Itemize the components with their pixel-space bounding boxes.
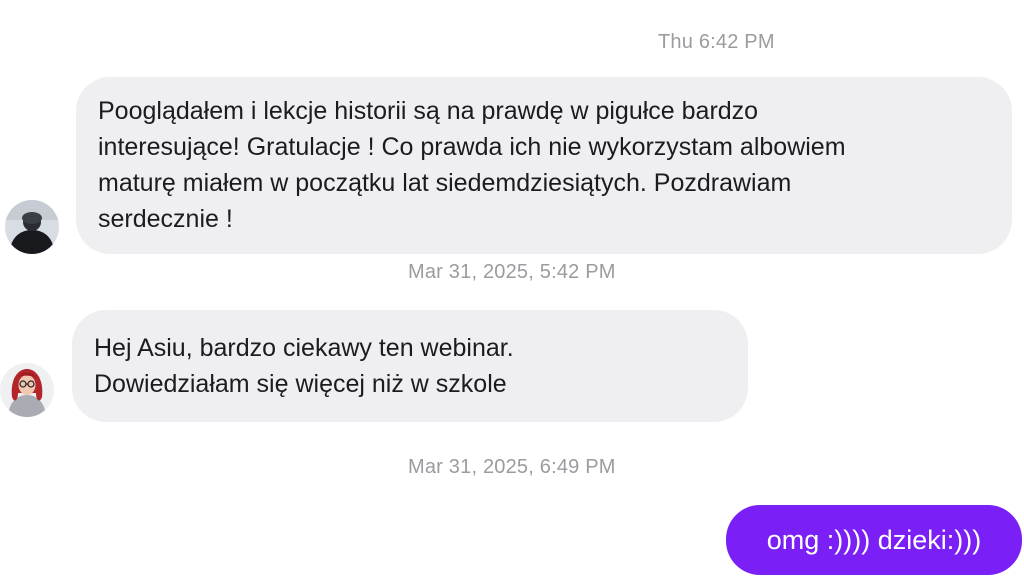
message-bubble-outgoing[interactable]: omg :)))) dzieki:))): [726, 505, 1022, 575]
message-line: serdecznie !: [98, 205, 233, 233]
avatar-sender-2[interactable]: [0, 363, 54, 417]
timestamp: Thu 6:42 PM: [658, 31, 775, 53]
message-line: interesujące! Gratulacje ! Co prawda ich…: [98, 133, 846, 161]
avatar-sender-1[interactable]: [5, 200, 59, 254]
timestamp: Mar 31, 2025, 6:49 PM: [408, 456, 616, 478]
chat-thread: Thu 6:42 PM Pooglądałem i lekcje histori…: [0, 0, 1024, 576]
message-bubble-incoming[interactable]: Pooglądałem i lekcje historii są na praw…: [76, 77, 1012, 254]
message-bubble-incoming[interactable]: Hej Asiu, bardzo ciekawy ten webinar. Do…: [72, 310, 748, 422]
message-line: Hej Asiu, bardzo ciekawy ten webinar.: [94, 334, 514, 362]
message-line: Dowiedziałam się więcej niż w szkole: [94, 370, 507, 398]
message-text: omg :)))) dzieki:))): [766, 525, 982, 555]
message-line: maturę miałem w początku lat siedemdzies…: [98, 169, 792, 197]
message-line: Pooglądałem i lekcje historii są na praw…: [98, 97, 759, 125]
timestamp: Mar 31, 2025, 5:42 PM: [408, 261, 616, 283]
